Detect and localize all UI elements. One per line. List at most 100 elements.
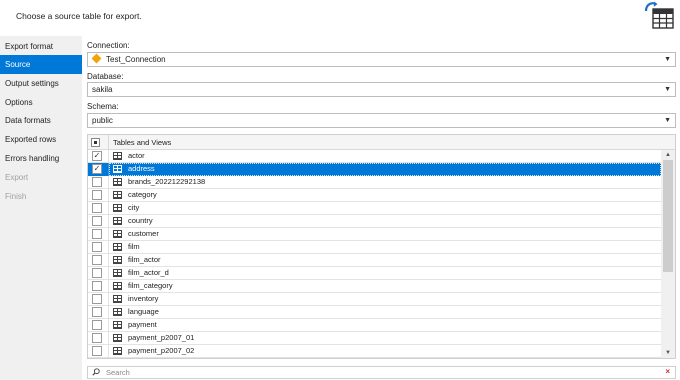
table-row[interactable]: film_category xyxy=(88,280,661,293)
table-row[interactable]: language xyxy=(88,306,661,319)
table-name: customer xyxy=(128,229,159,238)
table-row[interactable]: city xyxy=(88,202,661,215)
sidebar-item-export: Export xyxy=(5,173,29,182)
schema-select[interactable]: public ▼ xyxy=(87,113,676,128)
row-checkbox[interactable] xyxy=(92,242,102,252)
table-icon xyxy=(113,152,122,160)
column-divider xyxy=(108,202,109,215)
sidebar-item-errors-handling[interactable]: Errors handling xyxy=(0,149,82,168)
chevron-down-icon[interactable]: ▼ xyxy=(664,53,671,66)
table-icon xyxy=(113,243,122,251)
table-icon xyxy=(113,321,122,329)
table-name: brands_202212292138 xyxy=(128,177,206,186)
connection-icon xyxy=(91,53,102,64)
row-checkbox[interactable] xyxy=(92,255,102,265)
table-icon xyxy=(113,204,122,212)
table-name: film_category xyxy=(128,281,173,290)
database-label: Database: xyxy=(87,72,124,81)
row-checkbox[interactable] xyxy=(92,307,102,317)
chevron-down-icon[interactable]: ▼ xyxy=(664,114,671,127)
table-icon xyxy=(113,334,122,342)
table-name: actor xyxy=(128,151,145,160)
table-name: film_actor_d xyxy=(128,268,169,277)
column-divider xyxy=(108,189,109,202)
scroll-down-icon[interactable]: ▼ xyxy=(661,348,675,358)
sidebar-item-export-format[interactable]: Export format xyxy=(0,37,82,56)
scroll-up-icon[interactable]: ▲ xyxy=(661,150,675,160)
table-icon xyxy=(113,308,122,316)
row-checkbox[interactable] xyxy=(92,203,102,213)
sidebar-item-exported-rows[interactable]: Exported rows xyxy=(0,130,82,149)
column-divider xyxy=(108,254,109,267)
sidebar-item-finish: Finish xyxy=(5,192,27,201)
schema-label: Schema: xyxy=(87,102,119,111)
table-icon xyxy=(113,230,122,238)
select-all-checkbox[interactable] xyxy=(91,138,100,147)
row-checkbox[interactable] xyxy=(92,229,102,239)
table-row[interactable]: ✓ actor xyxy=(88,150,661,163)
sidebar-item-options[interactable]: Options xyxy=(0,93,82,112)
table-row[interactable]: customer xyxy=(88,228,661,241)
search-icon xyxy=(92,368,100,376)
row-checkbox[interactable]: ✓ xyxy=(92,151,102,161)
table-row[interactable]: category xyxy=(88,189,661,202)
table-name: payment_p2007_02 xyxy=(128,346,195,355)
row-checkbox[interactable] xyxy=(92,177,102,187)
source-panel: Connection: Test_Connection ▼ Database: … xyxy=(82,36,680,380)
row-checkbox[interactable] xyxy=(92,281,102,291)
header-instruction: Choose a source table for export. xyxy=(16,11,142,21)
connection-select[interactable]: Test_Connection ▼ xyxy=(87,52,676,67)
table-icon xyxy=(113,269,122,277)
search-input[interactable]: Search xyxy=(106,368,130,377)
column-divider xyxy=(108,267,109,280)
sidebar-item-source[interactable]: Source xyxy=(0,55,82,74)
table-row[interactable]: film_actor xyxy=(88,254,661,267)
table-row[interactable]: ✓ address xyxy=(88,163,661,176)
table-export-icon xyxy=(644,1,674,29)
table-row[interactable]: film_actor_d xyxy=(88,267,661,280)
table-icon xyxy=(113,165,122,173)
table-row[interactable]: country xyxy=(88,215,661,228)
table-name: category xyxy=(128,190,157,199)
row-checkbox[interactable] xyxy=(92,333,102,343)
table-row[interactable]: payment_p2007_01 xyxy=(88,332,661,345)
column-divider xyxy=(108,241,109,254)
row-checkbox[interactable] xyxy=(92,216,102,226)
table-name: payment xyxy=(128,320,157,329)
column-divider xyxy=(108,215,109,228)
database-value: sakila xyxy=(92,85,113,94)
row-checkbox[interactable] xyxy=(92,268,102,278)
row-checkbox[interactable]: ✓ xyxy=(92,164,102,174)
row-checkbox[interactable] xyxy=(92,294,102,304)
focus-outline xyxy=(109,163,661,176)
sidebar-item-data-formats[interactable]: Data formats xyxy=(0,111,82,130)
database-select[interactable]: sakila ▼ xyxy=(87,82,676,97)
table-row[interactable]: brands_202212292138 xyxy=(88,176,661,189)
column-divider xyxy=(108,345,109,358)
table-row[interactable]: payment xyxy=(88,319,661,332)
table-row[interactable]: payment_p2007_02 xyxy=(88,345,661,358)
grid-header: Tables and Views xyxy=(88,135,675,150)
column-divider xyxy=(108,135,109,150)
chevron-down-icon[interactable]: ▼ xyxy=(664,83,671,96)
tables-grid: Tables and Views ✓ actor ✓ address brands_20… xyxy=(87,134,676,359)
column-divider xyxy=(108,319,109,332)
table-name: country xyxy=(128,216,153,225)
clear-search-icon[interactable]: × xyxy=(665,367,670,376)
vertical-scrollbar[interactable]: ▲ ▼ xyxy=(661,150,675,358)
connection-label: Connection: xyxy=(87,41,130,50)
column-divider xyxy=(108,306,109,319)
table-name: film xyxy=(128,242,140,251)
table-icon xyxy=(113,256,122,264)
table-row[interactable]: inventory xyxy=(88,293,661,306)
search-box[interactable]: Search × xyxy=(87,366,676,379)
table-name: payment_p2007_01 xyxy=(128,333,195,342)
table-row[interactable]: film xyxy=(88,241,661,254)
sidebar-item-output-settings[interactable]: Output settings xyxy=(0,74,82,93)
table-icon xyxy=(113,347,122,355)
row-checkbox[interactable] xyxy=(92,346,102,356)
row-checkbox[interactable] xyxy=(92,190,102,200)
row-checkbox[interactable] xyxy=(92,320,102,330)
scrollbar-thumb[interactable] xyxy=(663,160,673,272)
table-name: inventory xyxy=(128,294,159,303)
